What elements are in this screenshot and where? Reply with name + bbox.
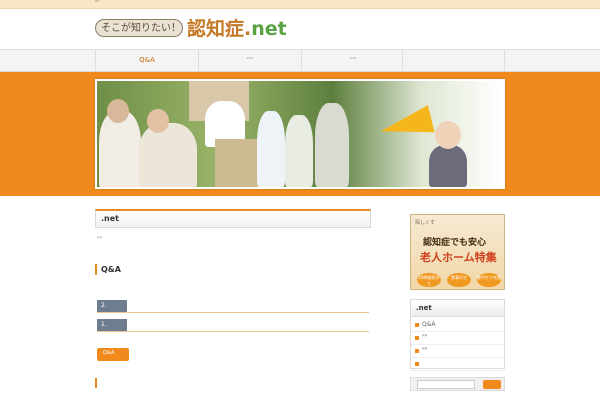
standing-woman-figure [285,115,313,187]
nav-item-4[interactable] [402,50,505,72]
section-note: "" [97,236,103,243]
elderly-woman-head [147,109,169,133]
ad-brand: 探しくす [415,220,436,226]
ad-title-2: 老人ホーム特集 [420,251,497,264]
ad-badge-2: 食事付き [447,273,471,287]
widget-item-4[interactable] [411,358,504,371]
top-bar-text: "" [95,0,100,6]
qa-heading: Q&A [95,264,121,275]
hero-banner-image [95,79,505,189]
search-box [410,377,505,391]
search-button[interactable] [483,380,501,389]
widget-item-qa[interactable]: Q&A [411,319,504,332]
list-item[interactable]: 1. [97,319,369,332]
ad-badge-1: 24時間見守り [417,273,441,287]
tall-man-figure [315,103,349,187]
nav-item-qa[interactable]: Q&A [95,50,198,72]
sidebar-ad-banner[interactable]: 探しくす 認知症でも安心 老人ホーム特集 24時間見守り 食事付き 専門ケア充実 [410,214,505,290]
list-item-number: 2. [97,300,127,312]
elderly-woman-figure [139,123,197,187]
widget-item-3[interactable]: "" [411,345,504,358]
global-nav: Q&A "" "" [0,49,600,72]
child-figure [429,145,467,187]
standing-man-figure [257,111,285,187]
logo-net: net [251,18,287,40]
logo-tagline: そこが知りたい！ [101,23,181,34]
ad-title-1: 認知症でも安心 [423,238,487,248]
widget-item-2[interactable]: "" [411,332,504,345]
qa-more-button[interactable]: Q&A [97,348,129,361]
list-item-number: 1. [97,319,127,331]
list-item-body[interactable] [127,300,223,312]
ad-badge-3: 専門ケア充実 [477,273,501,287]
child-head [435,121,461,149]
site-header [0,9,600,49]
top-bar: "" [0,0,600,9]
list-item-body[interactable] [127,319,223,331]
elderly-man-head [107,99,129,123]
section-marker [95,378,97,388]
nav-item-3[interactable]: "" [301,50,404,72]
search-input[interactable] [417,380,475,389]
nav-item-2[interactable]: "" [198,50,301,72]
logo-title-jp: 認知症 [187,18,245,40]
section-title: .net [95,209,371,228]
site-logo[interactable]: そこが知りたい！ 認知症.net [95,15,295,45]
list-item[interactable]: 2. [97,300,369,313]
widget-title: .net [411,300,504,317]
logo-title: 認知症.net [187,18,287,40]
sidebar-widget: .net Q&A "" "" [410,299,505,371]
